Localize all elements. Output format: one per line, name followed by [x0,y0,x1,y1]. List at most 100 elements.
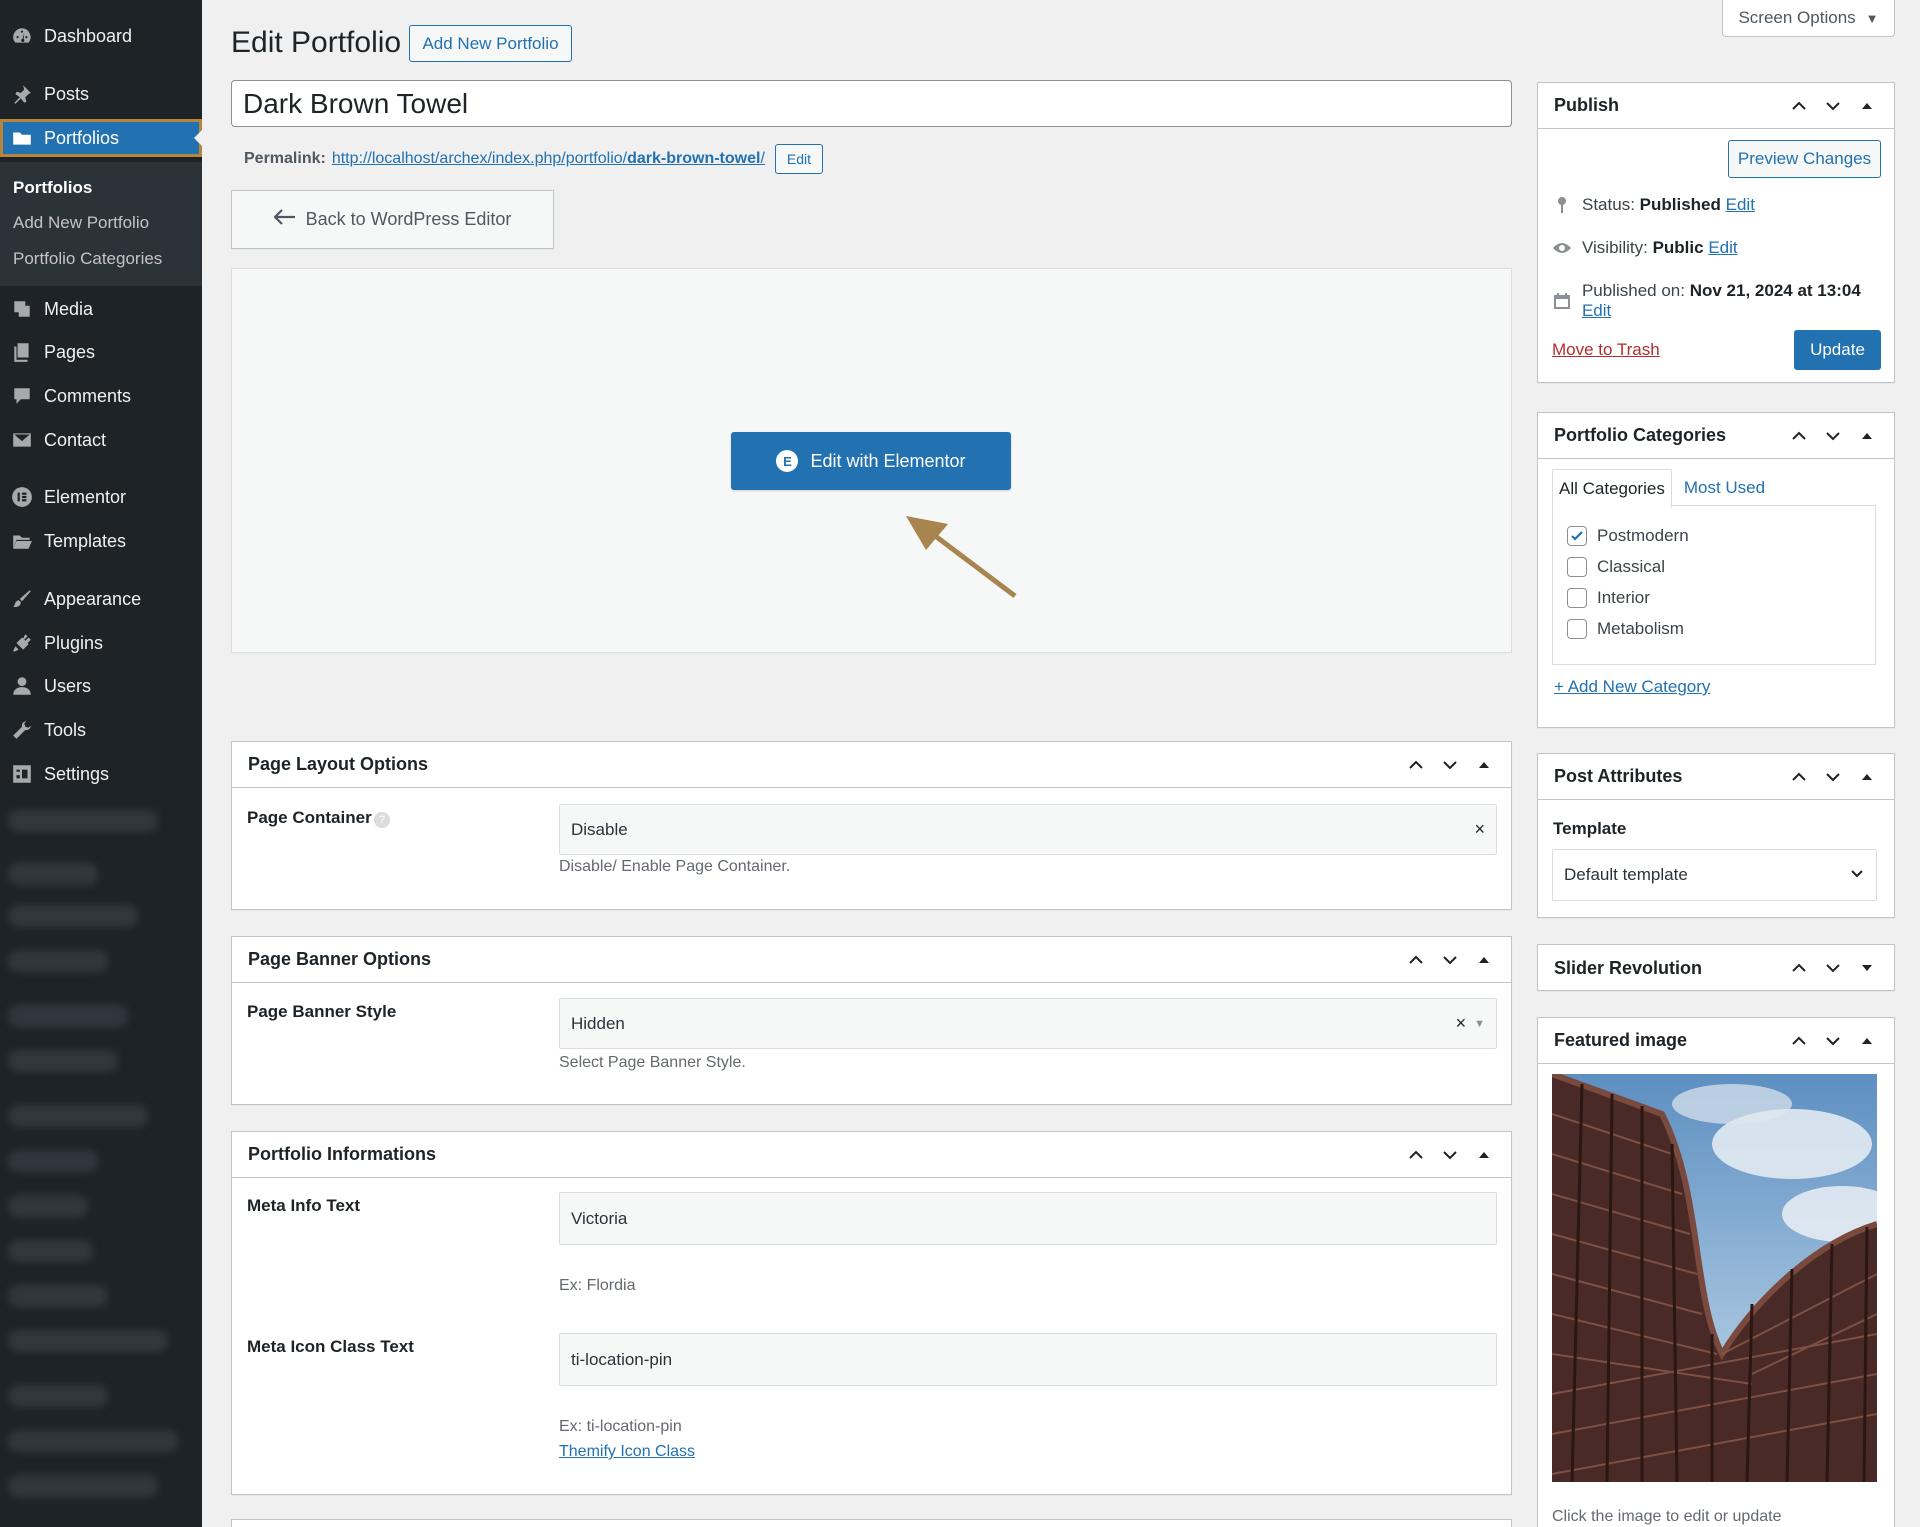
edit-with-elementor-button[interactable]: E Edit with Elementor [731,432,1011,490]
postbox-header: Post Attributes [1538,754,1894,800]
move-down-icon[interactable] [1439,1144,1461,1166]
meta-icon-class-input[interactable]: ti-location-pin [559,1333,1497,1386]
portfolio-informations-box: Portfolio Informations Meta Info Text Vi… [231,1131,1512,1495]
postbox-handles [1405,1144,1495,1166]
postbox-title: Post Attributes [1554,766,1683,786]
tab-all-categories[interactable]: All Categories [1552,469,1672,508]
page-banner-style-select[interactable]: Hidden × ▼ [559,998,1497,1049]
edit-status-link[interactable]: Edit [1726,195,1755,214]
sidebar-item-portfolios[interactable]: Portfolios [0,119,202,157]
move-down-icon[interactable] [1439,754,1461,776]
move-down-icon[interactable] [1822,425,1844,447]
postbox-handles [1405,949,1495,971]
caret-down-icon[interactable]: ▼ [1474,1018,1485,1030]
clear-icon[interactable]: × [1456,1013,1467,1034]
category-item[interactable]: Interior [1567,588,1650,608]
sidebar-item-users[interactable]: Users [0,667,202,705]
collapse-toggle-icon[interactable] [1473,754,1495,776]
add-new-category-link[interactable]: + Add New Category [1554,677,1710,697]
meta-info-text-input[interactable]: Victoria [559,1192,1497,1245]
edit-date-link[interactable]: Edit [1582,301,1611,320]
sidebar-item-appearance[interactable]: Appearance [0,580,202,618]
move-to-trash-link[interactable]: Move to Trash [1552,340,1660,360]
postbox-title: Featured image [1554,1030,1688,1050]
sidebar-item-contact[interactable]: Contact [0,421,202,459]
move-up-icon[interactable] [1405,754,1427,776]
move-up-icon[interactable] [1788,425,1810,447]
postbox-title: Slider Revolution [1554,957,1703,978]
sidebar-item-plugins[interactable]: Plugins [0,624,202,662]
move-up-icon[interactable] [1788,95,1810,117]
postbox-title: Portfolio Categories [1554,425,1727,445]
elementor-icon [0,486,44,508]
sidebar-item-pages[interactable]: Pages [0,333,202,371]
back-to-wordpress-editor-button[interactable]: Back to WordPress Editor [231,190,554,249]
template-select[interactable]: Default template [1552,849,1877,901]
submenu-item-portfolios[interactable]: Portfolios [13,178,92,198]
visibility-row: Visibility: Public Edit [1552,238,1738,258]
page-container-select[interactable]: Disable × [559,804,1497,855]
move-down-icon[interactable] [1822,95,1844,117]
move-down-icon[interactable] [1822,766,1844,788]
sidebar-label: Posts [44,83,90,104]
clear-icon[interactable]: × [1474,819,1485,840]
tab-most-used[interactable]: Most Used [1672,469,1771,508]
category-item[interactable]: Postmodern [1567,526,1689,546]
checkbox[interactable] [1567,588,1587,608]
page-banner-options-box: Page Banner Options Page Banner Style Hi… [231,936,1512,1105]
preview-changes-button[interactable]: Preview Changes [1728,140,1881,178]
update-button[interactable]: Update [1794,330,1881,370]
building-photo [1552,1074,1877,1482]
checkbox[interactable] [1567,557,1587,577]
featured-image-thumbnail[interactable] [1552,1074,1877,1482]
expand-toggle-icon[interactable] [1856,957,1878,979]
post-title-input[interactable]: Dark Brown Towel [231,80,1512,127]
move-up-icon[interactable] [1405,1144,1427,1166]
visibility-value: Public [1652,238,1704,257]
move-down-icon[interactable] [1822,1030,1844,1052]
sidebar-item-settings[interactable]: Settings [0,755,202,793]
permalink-link[interactable]: http://localhost/archex/index.php/portfo… [332,150,765,168]
collapse-toggle-icon[interactable] [1856,425,1878,447]
sidebar-item-elementor[interactable]: Elementor [0,478,202,516]
plugin-icon [0,632,44,654]
collapse-toggle-icon[interactable] [1856,95,1878,117]
help-icon[interactable]: ? [374,812,390,828]
checkbox[interactable] [1567,619,1587,639]
category-item[interactable]: Classical [1567,557,1665,577]
sidebar-item-templates[interactable]: Templates [0,522,202,560]
permalink-edit-button[interactable]: Edit [774,144,824,174]
submenu-item-categories[interactable]: Portfolio Categories [13,249,162,269]
page-title: Edit Portfolio [231,26,402,59]
postbox-title: Publish [1554,95,1620,115]
collapse-toggle-icon[interactable] [1856,1030,1878,1052]
sidebar-item-posts[interactable]: Posts [0,75,202,113]
sidebar-label: Tools [44,719,87,740]
collapse-toggle-icon[interactable] [1856,766,1878,788]
move-up-icon[interactable] [1405,949,1427,971]
sidebar-item-tools[interactable]: Tools [0,711,202,749]
themify-icon-class-link[interactable]: Themify Icon Class [559,1443,695,1461]
category-item[interactable]: Metabolism [1567,619,1684,639]
screen-options-button[interactable]: Screen Options ▼ [1722,0,1895,37]
move-down-icon[interactable] [1822,957,1844,979]
checkbox-checked[interactable] [1567,526,1587,546]
add-new-portfolio-button[interactable]: Add New Portfolio [409,25,572,62]
status-label: Status: [1582,195,1635,214]
sidebar-item-media[interactable]: Media [0,290,202,328]
slider-revolution-box: Slider Revolution [1537,944,1895,991]
sidebar-item-comments[interactable]: Comments [0,377,202,415]
postbox-header: Page Banner Options [232,937,1511,983]
collapse-toggle-icon[interactable] [1473,1144,1495,1166]
move-up-icon[interactable] [1788,766,1810,788]
submenu-item-add-new[interactable]: Add New Portfolio [13,213,149,233]
permalink-base: http://localhost/archex/index.php/portfo… [331,150,628,167]
move-down-icon[interactable] [1439,949,1461,971]
postbox-header: Page Layout Options [232,742,1511,788]
wrench-icon [0,719,44,741]
move-up-icon[interactable] [1788,957,1810,979]
sidebar-item-dashboard[interactable]: Dashboard [0,17,202,55]
edit-visibility-link[interactable]: Edit [1708,238,1737,257]
move-up-icon[interactable] [1788,1030,1810,1052]
collapse-toggle-icon[interactable] [1473,949,1495,971]
